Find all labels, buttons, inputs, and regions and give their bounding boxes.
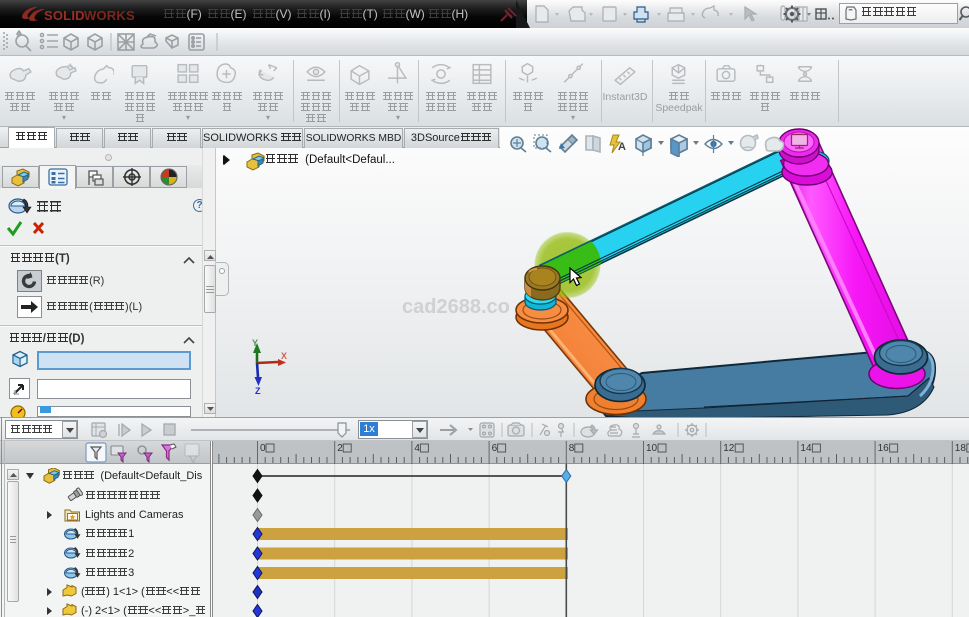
svg-text:16: 16 <box>878 443 890 454</box>
svg-text:10: 10 <box>646 443 658 454</box>
svg-text:0: 0 <box>260 443 266 454</box>
svg-text:cad2688.co: cad2688.co <box>402 296 510 318</box>
svg-text:Y: Y <box>252 338 258 348</box>
svg-text:A: A <box>618 141 626 153</box>
svg-text:8: 8 <box>569 443 575 454</box>
svg-text:Z: Z <box>255 386 261 396</box>
svg-text:X: X <box>281 351 287 361</box>
svg-text:6: 6 <box>492 443 498 454</box>
svg-text:2: 2 <box>337 443 343 454</box>
svg-text:18: 18 <box>955 443 967 454</box>
svg-text:12: 12 <box>723 443 735 454</box>
svg-text:14: 14 <box>800 443 812 454</box>
svg-text:4: 4 <box>414 443 420 454</box>
